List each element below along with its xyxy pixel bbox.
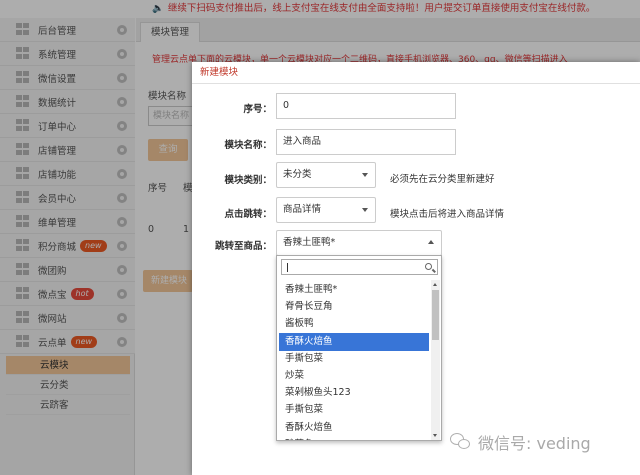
- goto-product-select[interactable]: 香辣土匪鸭*: [276, 230, 442, 256]
- goto-product-label: 跳转至商品：: [214, 241, 272, 252]
- index-label: 序号：: [243, 104, 272, 115]
- dropdown-option[interactable]: 手撕包菜: [279, 350, 429, 368]
- category-hint: 必须先在云分类里新建好: [390, 174, 495, 185]
- category-value: 未分类: [283, 169, 312, 180]
- wechat-icon: [450, 433, 472, 451]
- dialog-title: 新建模块: [192, 62, 640, 84]
- click-jump-label: 点击跳转：: [224, 209, 272, 220]
- name-input[interactable]: 进入商品: [276, 129, 456, 155]
- dropdown-option[interactable]: 香辣土匪鸭*: [279, 281, 429, 299]
- dropdown-search-input[interactable]: [281, 259, 438, 275]
- search-icon: [425, 263, 432, 270]
- dropdown-option[interactable]: 炒菜: [279, 367, 429, 385]
- chevron-down-icon: [362, 208, 368, 212]
- chevron-up-icon: [428, 240, 434, 244]
- dropdown-scrollbar[interactable]: [431, 280, 440, 440]
- watermark-text: 微信号: veding: [478, 434, 591, 453]
- scroll-down-icon[interactable]: [433, 434, 437, 437]
- scroll-up-icon[interactable]: [433, 283, 437, 286]
- dropdown-option[interactable]: 手撕包菜: [279, 401, 429, 419]
- dropdown-option[interactable]: 香酥火焙鱼: [279, 332, 429, 351]
- category-label: 模块类别：: [224, 175, 272, 186]
- dropdown-option[interactable]: 酸菜鱼1: [279, 436, 429, 440]
- goto-product-value: 香辣土匪鸭*: [283, 237, 336, 248]
- index-input[interactable]: 0: [276, 93, 456, 119]
- name-label: 模块名称：: [224, 140, 272, 151]
- dropdown-option[interactable]: 菜剁椒鱼头123: [279, 384, 429, 402]
- category-select[interactable]: 未分类: [276, 162, 376, 188]
- click-jump-select[interactable]: 商品详情: [276, 197, 376, 223]
- dropdown-option[interactable]: 香酥火焙鱼: [279, 419, 429, 437]
- chevron-down-icon: [362, 173, 368, 177]
- dropdown-option[interactable]: 脊骨长豆角: [279, 298, 429, 316]
- wechat-watermark: 微信号: veding: [450, 430, 591, 454]
- click-jump-hint: 模块点击后将进入商品详情: [390, 209, 505, 220]
- dropdown-option[interactable]: 酱板鸭: [279, 315, 429, 333]
- text-cursor: [287, 263, 288, 272]
- scroll-thumb[interactable]: [432, 290, 439, 340]
- product-dropdown: 香辣土匪鸭* 脊骨长豆角 酱板鸭 香酥火焙鱼 手撕包菜 炒菜 菜剁椒鱼头123 手撕包菜 香酥火…: [276, 255, 442, 441]
- click-jump-value: 商品详情: [283, 204, 322, 215]
